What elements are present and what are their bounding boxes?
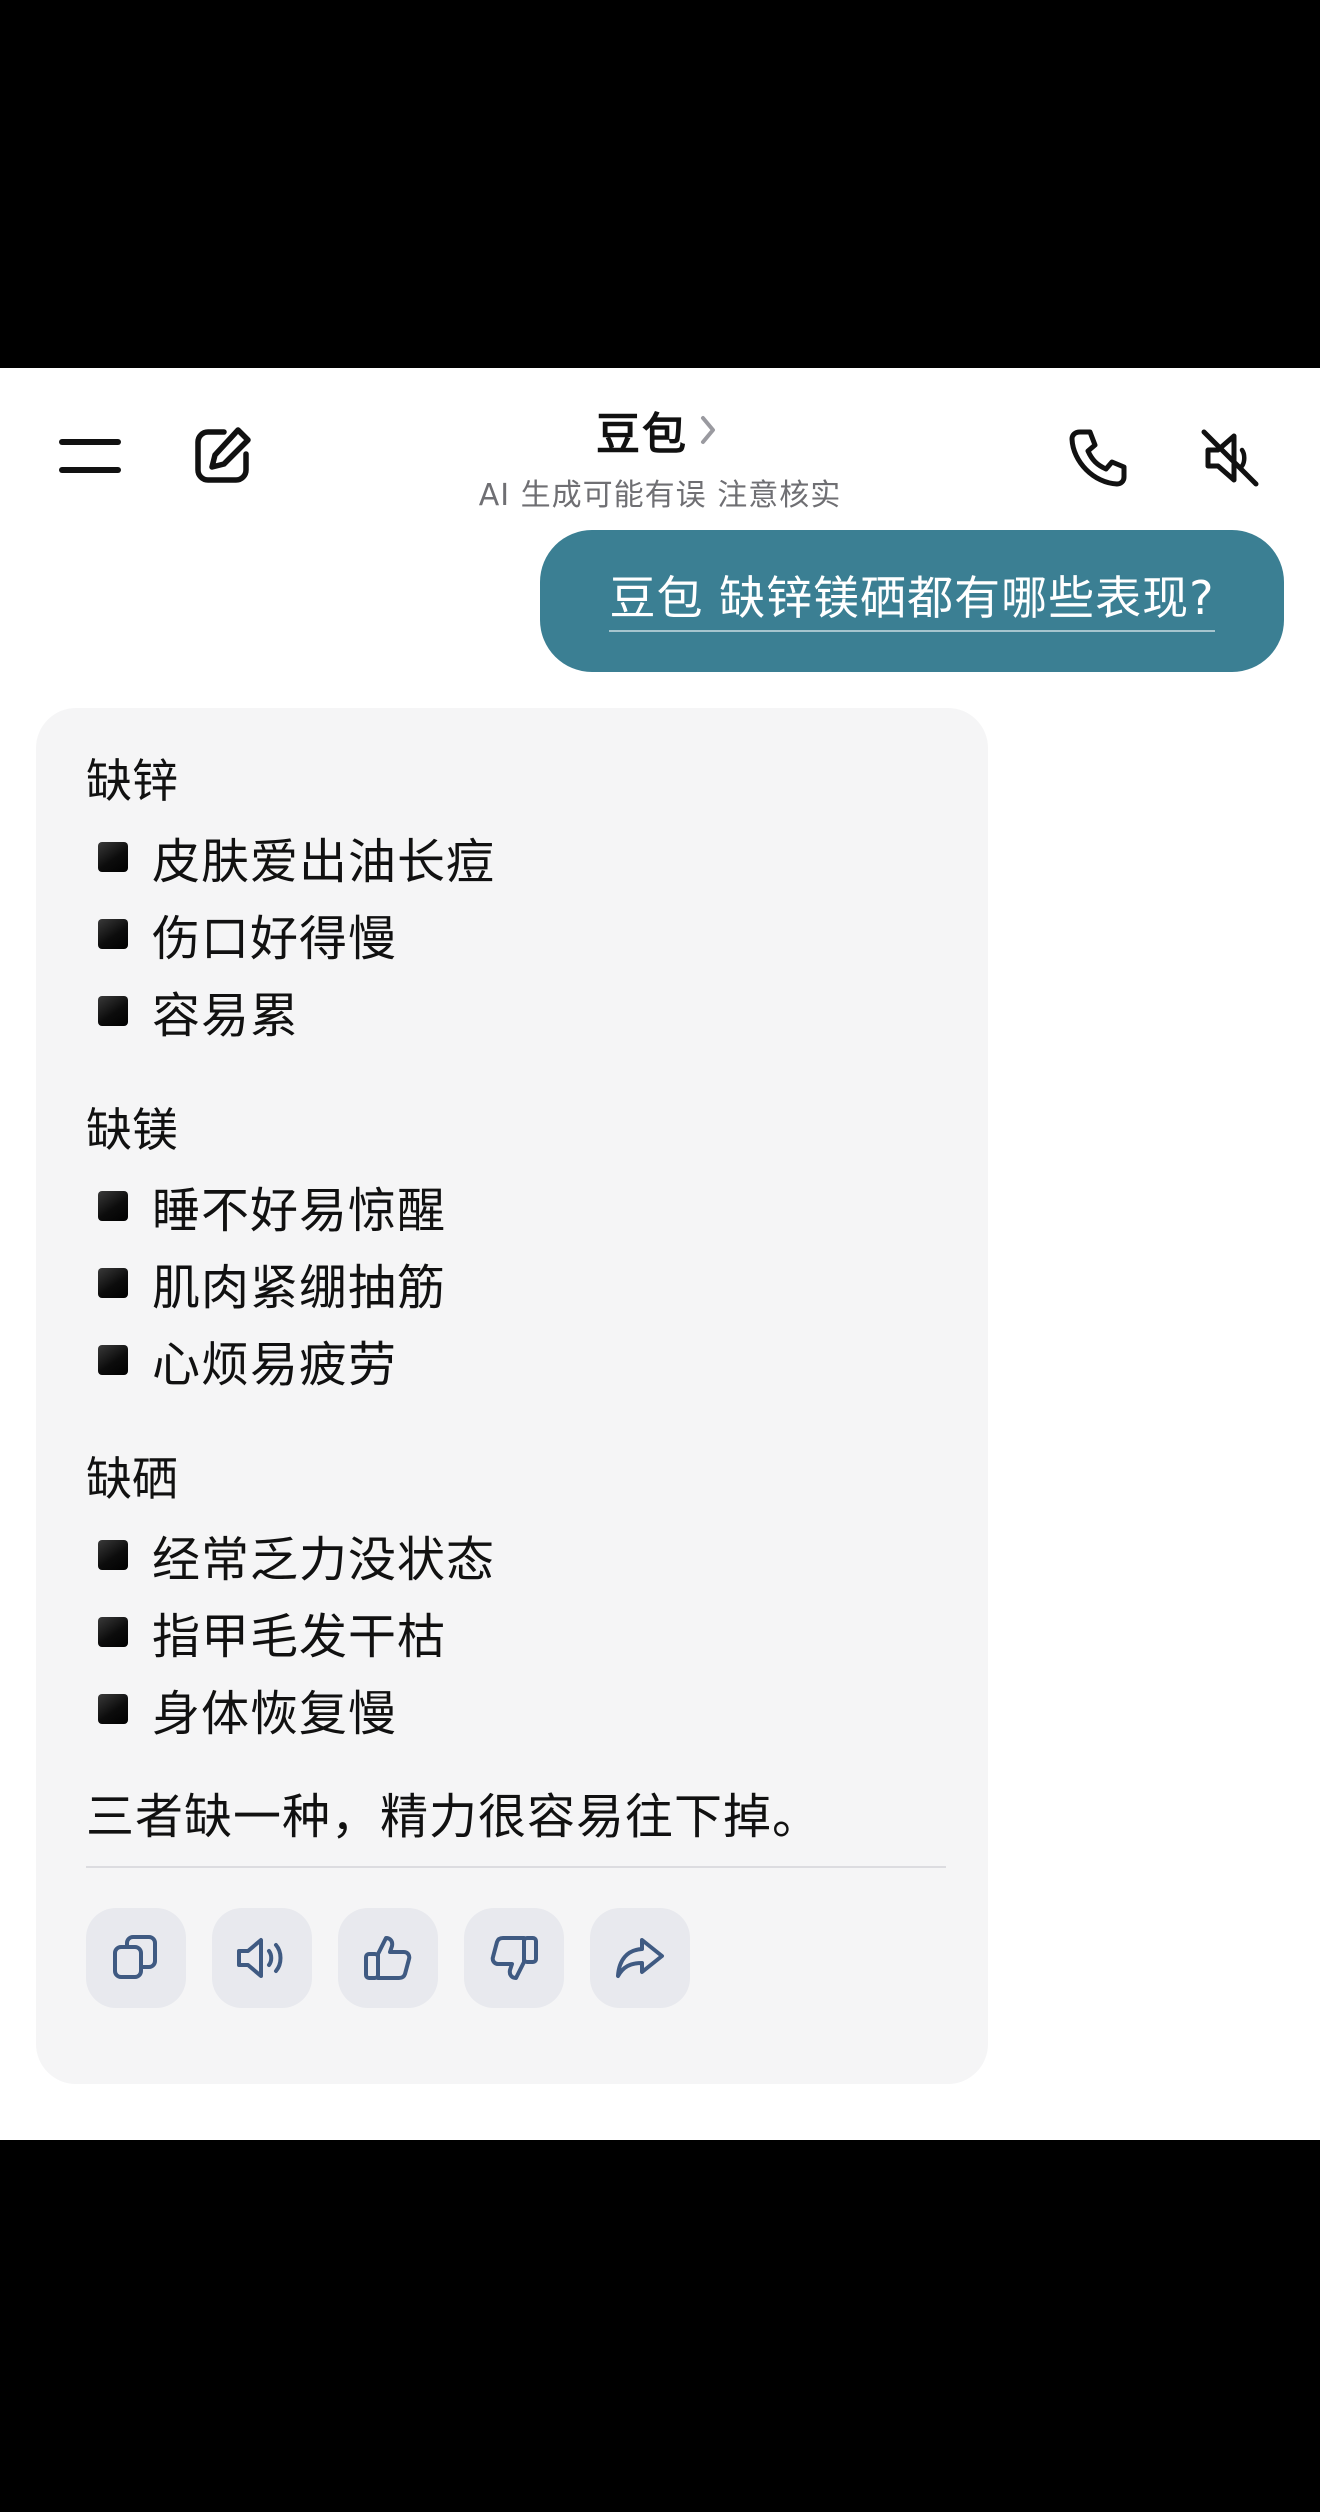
section-selenium: 缺硒 经常乏力没状态 指甲毛发干枯 身体恢复慢 (86, 1442, 946, 1747)
answer-actions (86, 1908, 716, 2008)
divider (86, 1866, 946, 1868)
copy-icon (113, 1935, 157, 1979)
list-item: 肌肉紧绷抽筋 (86, 1244, 946, 1321)
disclaimer-text: AI 生成可能有误 注意核实 (478, 478, 842, 513)
list-item-text: 指甲毛发干枯 (152, 1608, 447, 1665)
section-title: 缺镁 (86, 1103, 178, 1157)
answer-summary: 三者缺一种，精力很容易往下掉。 (86, 1789, 822, 1845)
read-aloud-button[interactable] (212, 1908, 312, 2008)
menu-icon (59, 439, 121, 473)
square-bullet-icon (98, 918, 128, 949)
list-item-text: 皮肤爱出油长痘 (152, 833, 496, 890)
square-bullet-icon (98, 1693, 128, 1724)
answer-content: 缺锌 皮肤爱出油长痘 伤口好得慢 容易累 缺镁 睡不好易惊醒 肌肉紧绷抽筋 心烦… (86, 744, 946, 1857)
square-bullet-icon (98, 1190, 128, 1221)
speaker-muted-icon (1201, 429, 1259, 487)
square-bullet-icon (98, 1267, 128, 1298)
square-bullet-icon (98, 1344, 128, 1375)
list-item-text: 经常乏力没状态 (152, 1531, 496, 1588)
edit-icon (195, 427, 251, 483)
like-button[interactable] (338, 1908, 438, 2008)
list-item: 身体恢复慢 (86, 1670, 946, 1747)
list-item-text: 伤口好得慢 (152, 910, 398, 967)
top-black-bar (0, 0, 1320, 368)
chat-screen: 豆包 AI 生成可能有误 注意核实 豆包 缺锌镁硒都有哪些表现? 缺锌 皮肤爱出… (0, 368, 1320, 2140)
list-item: 睡不好易惊醒 (86, 1167, 946, 1244)
copy-button[interactable] (86, 1908, 186, 2008)
list-item-text: 容易累 (152, 987, 300, 1044)
user-message-text: 豆包 缺锌镁硒都有哪些表现? (609, 570, 1215, 632)
section-magnesium: 缺镁 睡不好易惊醒 肌肉紧绷抽筋 心烦易疲劳 (86, 1093, 946, 1398)
list-item: 容易累 (86, 972, 946, 1049)
voice-call-button[interactable] (1058, 418, 1138, 498)
share-icon (616, 1938, 664, 1978)
thumbs-up-icon (364, 1936, 412, 1980)
list-item-text: 心烦易疲劳 (152, 1336, 398, 1393)
list-item-text: 肌肉紧绷抽筋 (152, 1259, 447, 1316)
menu-button[interactable] (52, 418, 128, 494)
square-bullet-icon (98, 995, 128, 1026)
list-item-text: 睡不好易惊醒 (152, 1182, 447, 1239)
list-item: 心烦易疲劳 (86, 1321, 946, 1398)
chat-header[interactable]: 豆包 AI 生成可能有误 注意核实 (360, 398, 960, 514)
phone-icon (1069, 429, 1127, 487)
square-bullet-icon (98, 1616, 128, 1647)
list-item: 皮肤爱出油长痘 (86, 818, 946, 895)
square-bullet-icon (98, 1539, 128, 1570)
page-title[interactable]: 豆包 (596, 398, 688, 462)
sound-toggle-button[interactable] (1190, 418, 1270, 498)
list-item: 指甲毛发干枯 (86, 1593, 946, 1670)
list-item-text: 身体恢复慢 (152, 1685, 398, 1742)
share-button[interactable] (590, 1908, 690, 2008)
list-item: 伤口好得慢 (86, 895, 946, 972)
assistant-answer-card: 缺锌 皮肤爱出油长痘 伤口好得慢 容易累 缺镁 睡不好易惊醒 肌肉紧绷抽筋 心烦… (36, 708, 988, 2084)
square-bullet-icon (98, 841, 128, 872)
dislike-button[interactable] (464, 1908, 564, 2008)
read-aloud-icon (237, 1938, 283, 1978)
section-title: 缺锌 (86, 754, 178, 808)
section-title: 缺硒 (86, 1452, 178, 1506)
chevron-right-icon (698, 410, 724, 450)
thumbs-down-icon (490, 1936, 538, 1980)
list-item: 经常乏力没状态 (86, 1516, 946, 1593)
new-chat-button[interactable] (184, 418, 260, 494)
bottom-black-bar (0, 2140, 1320, 2512)
user-message-bubble[interactable]: 豆包 缺锌镁硒都有哪些表现? (540, 530, 1284, 672)
section-zinc: 缺锌 皮肤爱出油长痘 伤口好得慢 容易累 (86, 744, 946, 1049)
